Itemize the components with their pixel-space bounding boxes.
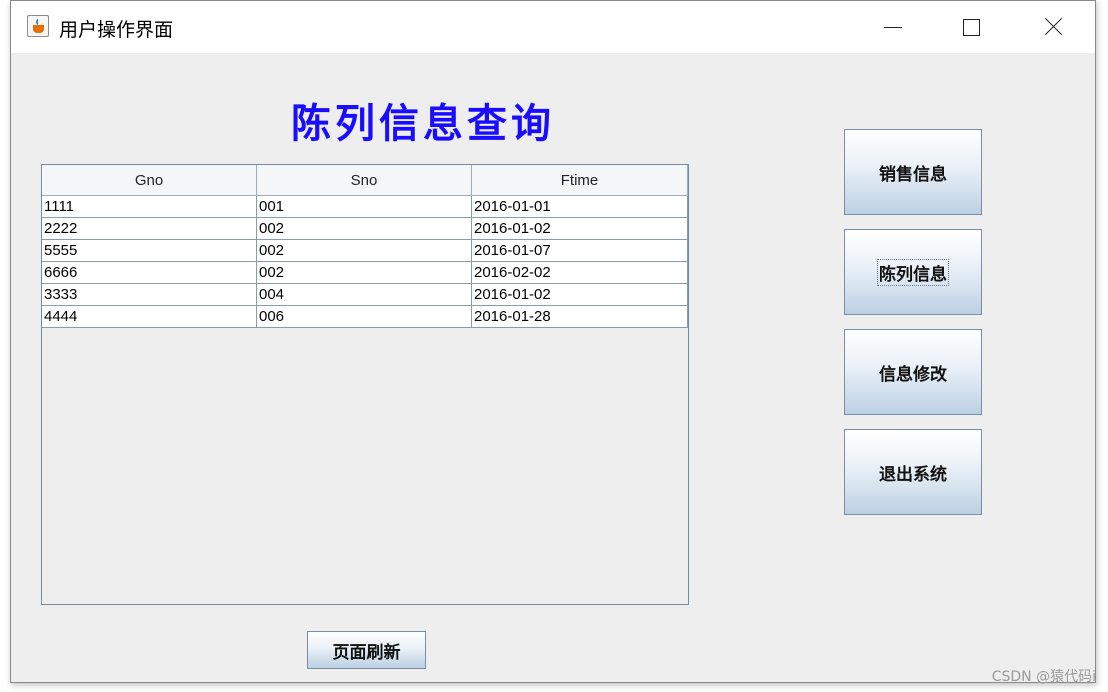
- modify-info-button[interactable]: 信息修改: [844, 329, 982, 415]
- title-bar[interactable]: 用户操作界面: [11, 1, 1095, 53]
- table-cell[interactable]: 2016-01-28: [472, 306, 688, 327]
- table-cell[interactable]: 3333: [42, 284, 257, 305]
- table-cell[interactable]: 2016-01-07: [472, 240, 688, 261]
- data-table[interactable]: Gno Sno Ftime 1111 001 2016-01-01 2222 0…: [41, 164, 689, 605]
- table-cell[interactable]: 006: [257, 306, 472, 327]
- table-cell[interactable]: 4444: [42, 306, 257, 327]
- java-icon: [27, 15, 49, 37]
- column-header-gno[interactable]: Gno: [42, 165, 257, 196]
- exit-system-button[interactable]: 退出系统: [844, 429, 982, 515]
- exit-system-label: 退出系统: [879, 464, 947, 485]
- maximize-button[interactable]: [932, 1, 1012, 53]
- table-cell[interactable]: 5555: [42, 240, 257, 261]
- window-title: 用户操作界面: [59, 19, 174, 41]
- table-cell[interactable]: 001: [257, 196, 472, 217]
- table-cell[interactable]: 2016-02-02: [472, 262, 688, 283]
- table-cell[interactable]: 2016-01-01: [472, 196, 688, 217]
- minimize-button[interactable]: [854, 1, 934, 53]
- table-cell[interactable]: 2016-01-02: [472, 218, 688, 239]
- display-info-button[interactable]: 陈列信息: [844, 229, 982, 315]
- table-row[interactable]: 3333 004 2016-01-02: [42, 284, 688, 306]
- close-button[interactable]: [1012, 1, 1092, 53]
- table-row[interactable]: 4444 006 2016-01-28: [42, 306, 688, 328]
- table-cell[interactable]: 1111: [42, 196, 257, 217]
- sales-info-label: 销售信息: [879, 164, 947, 185]
- table-cell[interactable]: 2016-01-02: [472, 284, 688, 305]
- table-row[interactable]: 5555 002 2016-01-07: [42, 240, 688, 262]
- app-window: 用户操作界面 陈列信息查询 Gno Sno Ftime 1111 001 201…: [10, 0, 1096, 683]
- sales-info-button[interactable]: 销售信息: [844, 129, 982, 215]
- table-cell[interactable]: 002: [257, 262, 472, 283]
- watermark: CSDN @猿代码i: [991, 669, 1096, 685]
- refresh-page-label: 页面刷新: [332, 642, 401, 663]
- page-heading: 陈列信息查询: [291, 100, 555, 147]
- modify-info-label: 信息修改: [879, 364, 947, 385]
- table-cell[interactable]: 002: [257, 240, 472, 261]
- column-header-ftime[interactable]: Ftime: [472, 165, 688, 196]
- table-cell[interactable]: 004: [257, 284, 472, 305]
- table-cell[interactable]: 2222: [42, 218, 257, 239]
- column-header-sno[interactable]: Sno: [257, 165, 472, 196]
- table-cell[interactable]: 6666: [42, 262, 257, 283]
- table-row[interactable]: 2222 002 2016-01-02: [42, 218, 688, 240]
- refresh-page-button[interactable]: 页面刷新: [307, 631, 426, 669]
- table-row[interactable]: 6666 002 2016-02-02: [42, 262, 688, 284]
- table-header: Gno Sno Ftime: [42, 165, 688, 196]
- display-info-label: 陈列信息: [877, 258, 949, 286]
- table-row[interactable]: 1111 001 2016-01-01: [42, 196, 688, 218]
- table-cell[interactable]: 002: [257, 218, 472, 239]
